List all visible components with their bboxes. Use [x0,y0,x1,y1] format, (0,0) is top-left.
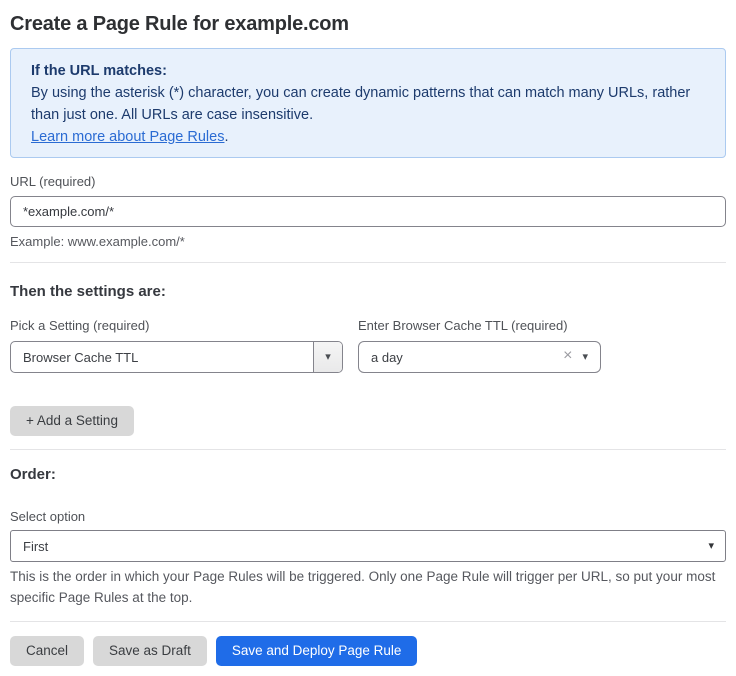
url-input[interactable] [10,196,726,227]
url-example-hint: Example: www.example.com/* [10,234,726,249]
settings-row: Pick a Setting (required) Browser Cache … [10,318,726,373]
ttl-label: Enter Browser Cache TTL (required) [358,318,601,333]
order-select[interactable]: First ▾ [10,530,726,562]
ttl-select[interactable]: a day × ▾ [358,341,601,373]
ttl-field: Enter Browser Cache TTL (required) a day… [358,318,601,373]
chevron-down-icon: ▾ [708,541,725,552]
clear-icon[interactable]: × [563,348,582,366]
info-box-heading: If the URL matches: [31,60,705,82]
cancel-button[interactable]: Cancel [10,636,84,666]
dropdown-arrow-button[interactable]: ▾ [313,342,342,372]
url-matches-info-box: If the URL matches: By using the asteris… [10,48,726,158]
order-select-label: Select option [10,509,726,524]
section-divider [10,621,726,622]
url-field-label: URL (required) [10,174,726,189]
section-divider [10,449,726,450]
order-section-heading: Order: [10,466,726,484]
section-divider [10,262,726,263]
link-suffix: . [224,129,228,145]
add-setting-button[interactable]: + Add a Setting [10,406,134,436]
pick-setting-select[interactable]: Browser Cache TTL ▾ [10,341,343,373]
info-box-link-line: Learn more about Page Rules. [31,126,705,148]
footer-actions: Cancel Save as Draft Save and Deploy Pag… [10,636,726,666]
chevron-down-icon: ▾ [582,352,600,363]
learn-more-link[interactable]: Learn more about Page Rules [31,129,224,145]
ttl-value: a day [359,350,563,365]
settings-section-heading: Then the settings are: [10,283,726,301]
order-help-text: This is the order in which your Page Rul… [10,566,726,608]
info-box-body: By using the asterisk (*) character, you… [31,82,705,126]
page-title: Create a Page Rule for example.com [10,12,726,36]
order-value: First [11,539,708,554]
pick-setting-field: Pick a Setting (required) Browser Cache … [10,318,343,373]
pick-setting-value: Browser Cache TTL [11,350,313,365]
save-deploy-button[interactable]: Save and Deploy Page Rule [216,636,418,666]
chevron-down-icon: ▾ [325,352,331,363]
save-draft-button[interactable]: Save as Draft [93,636,207,666]
pick-setting-label: Pick a Setting (required) [10,318,343,333]
